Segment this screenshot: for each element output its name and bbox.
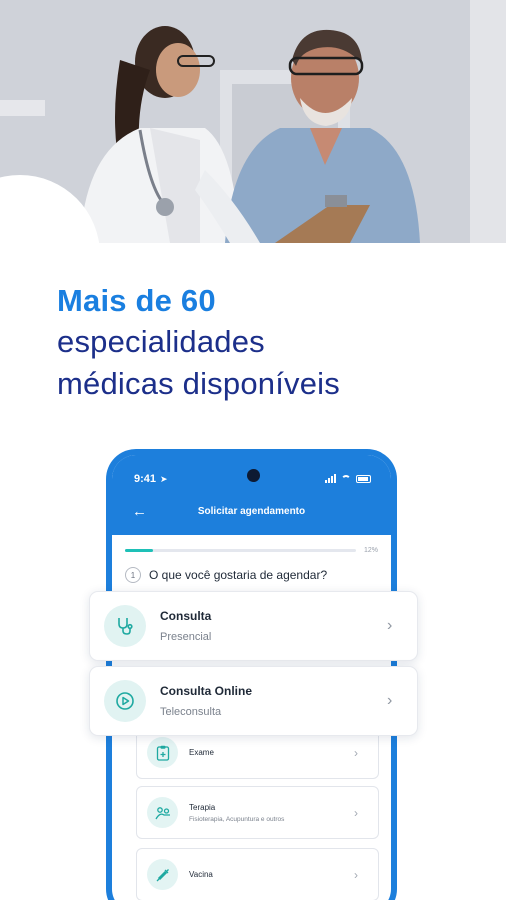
stethoscope-icon [104,605,146,647]
chevron-right-icon: › [387,692,393,709]
option-title: Consulta Online [160,684,253,698]
option-vacina[interactable]: Vacina › [136,848,379,900]
progress-bar [125,549,356,552]
hero-photo [0,0,506,243]
headline-line-2: especialidades [57,324,265,359]
option-subtitle: Fisioterapia, Acupuntura e outros [189,815,285,823]
signal-icon [325,474,336,483]
status-time-text: 9:41 [134,473,157,485]
front-camera [247,469,260,482]
option-terapia[interactable]: Terapia Fisioterapia, Acupuntura e outro… [136,786,379,839]
syringe-icon [147,859,178,890]
option-consulta[interactable]: Consulta Presencial › [89,591,418,661]
chevron-right-icon: › [387,617,393,634]
status-bar-time: 9:41 ➤ [134,473,168,485]
screen-title: Solicitar agendamento [197,506,306,517]
battery-icon [356,474,371,483]
headline-accent: Mais de 60 [57,283,216,318]
video-play-icon [104,680,146,722]
therapy-icon [147,797,178,828]
headline-line-3: médicas disponíveis [57,366,340,401]
app-header: 9:41 ➤ ← Solicitar agendamento [112,455,391,535]
location-arrow-icon: ➤ [160,474,168,484]
wifi-icon [341,474,351,483]
chevron-right-icon: › [354,867,358,882]
option-subtitle: Presencial [160,631,212,643]
option-subtitle: Teleconsulta [160,706,222,718]
option-title: Vacina [189,870,213,879]
progress-fill [125,549,153,552]
progress-row: 12% [125,547,378,554]
option-consulta-online[interactable]: Consulta Online Teleconsulta › [89,666,418,736]
question-number: 1 [125,567,141,583]
option-title: Consulta [160,609,212,623]
chevron-right-icon: › [354,745,358,760]
question-text: O que você gostaria de agendar? [149,568,328,582]
headline: Mais de 60 especialidades médicas dispon… [57,281,487,405]
option-title: Exame [189,748,214,757]
clipboard-icon [147,737,178,768]
chevron-right-icon: › [354,805,358,820]
question-row: 1 O que você gostaria de agendar? [125,567,327,583]
progress-percent: 12% [363,547,378,554]
status-icons [325,474,371,483]
option-title: Terapia [189,802,216,812]
